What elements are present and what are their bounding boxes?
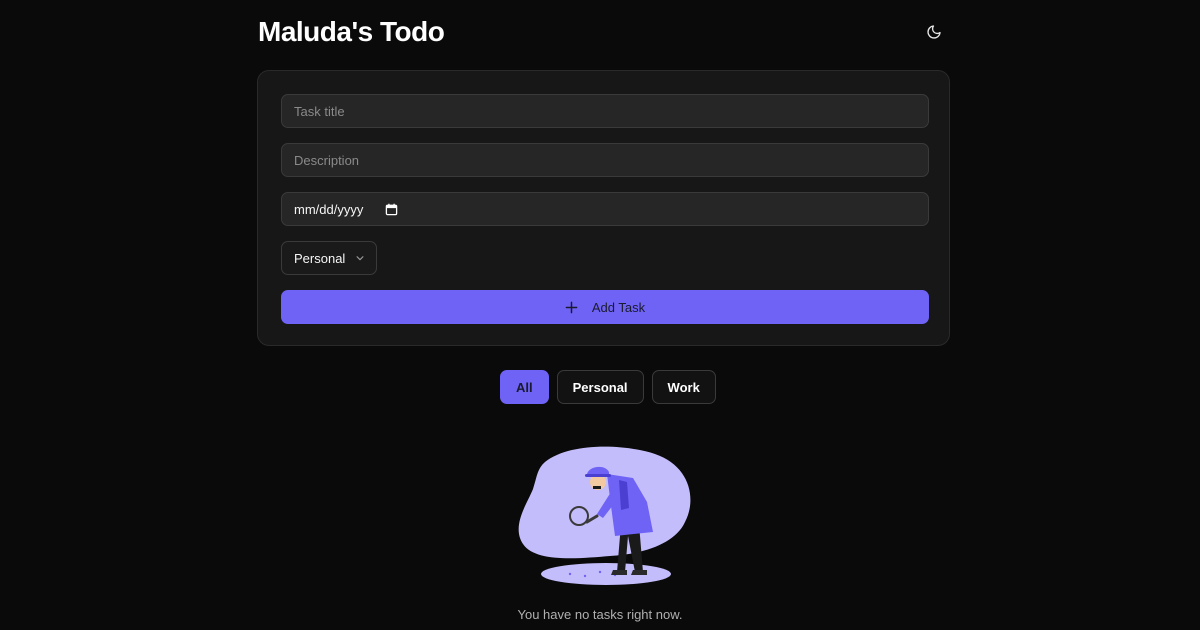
task-title-input[interactable]: [281, 94, 929, 128]
filter-personal-button[interactable]: Personal: [556, 370, 644, 404]
filter-all-button[interactable]: All: [500, 370, 549, 404]
category-select[interactable]: Personal: [281, 241, 377, 275]
chevron-down-icon: [355, 253, 365, 263]
app-root: Maluda's Todo mm/dd/yyyy Personal: [0, 0, 1200, 630]
add-task-label: Add Task: [591, 299, 646, 315]
filter-tabs: All Personal Work: [500, 370, 716, 404]
category-selected-value: Personal: [294, 250, 346, 266]
date-placeholder: mm/dd/yyyy: [294, 201, 364, 217]
theme-toggle-button[interactable]: [916, 16, 952, 48]
add-task-button[interactable]: Add Task: [281, 290, 929, 324]
calendar-icon[interactable]: [385, 203, 398, 216]
detective-searching-illustration: [518, 446, 691, 585]
description-input[interactable]: [281, 143, 929, 177]
filter-work-button[interactable]: Work: [651, 370, 716, 404]
due-date-input[interactable]: mm/dd/yyyy: [281, 192, 929, 226]
header: Maluda's Todo: [258, 14, 952, 50]
empty-state-message: You have no tasks right now.: [517, 607, 683, 622]
moon-icon: [927, 25, 941, 39]
plus-icon: [565, 301, 578, 313]
task-form-card: mm/dd/yyyy Personal Add: [257, 70, 950, 346]
page-title: Maluda's Todo: [258, 16, 445, 47]
